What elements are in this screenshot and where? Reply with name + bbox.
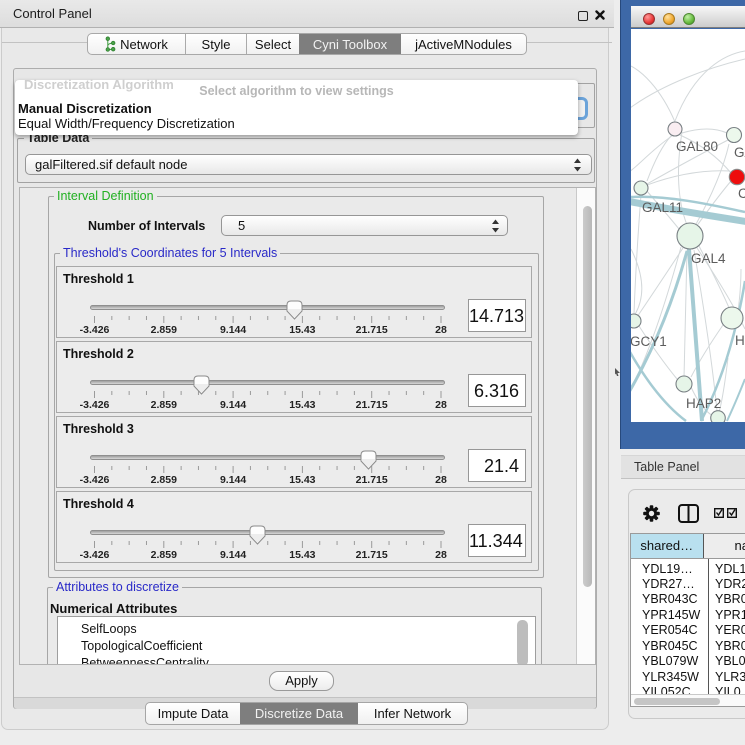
svg-text:HAP2: HAP2: [686, 396, 721, 411]
svg-text:GAL4: GAL4: [691, 251, 726, 266]
svg-text:C: C: [738, 186, 745, 201]
svg-text:GAL11: GAL11: [642, 200, 683, 215]
svg-text:H: H: [735, 333, 745, 348]
svg-text:GA: GA: [734, 145, 745, 160]
svg-text:GCY1: GCY1: [631, 334, 667, 349]
svg-text:GAL80: GAL80: [676, 139, 718, 154]
